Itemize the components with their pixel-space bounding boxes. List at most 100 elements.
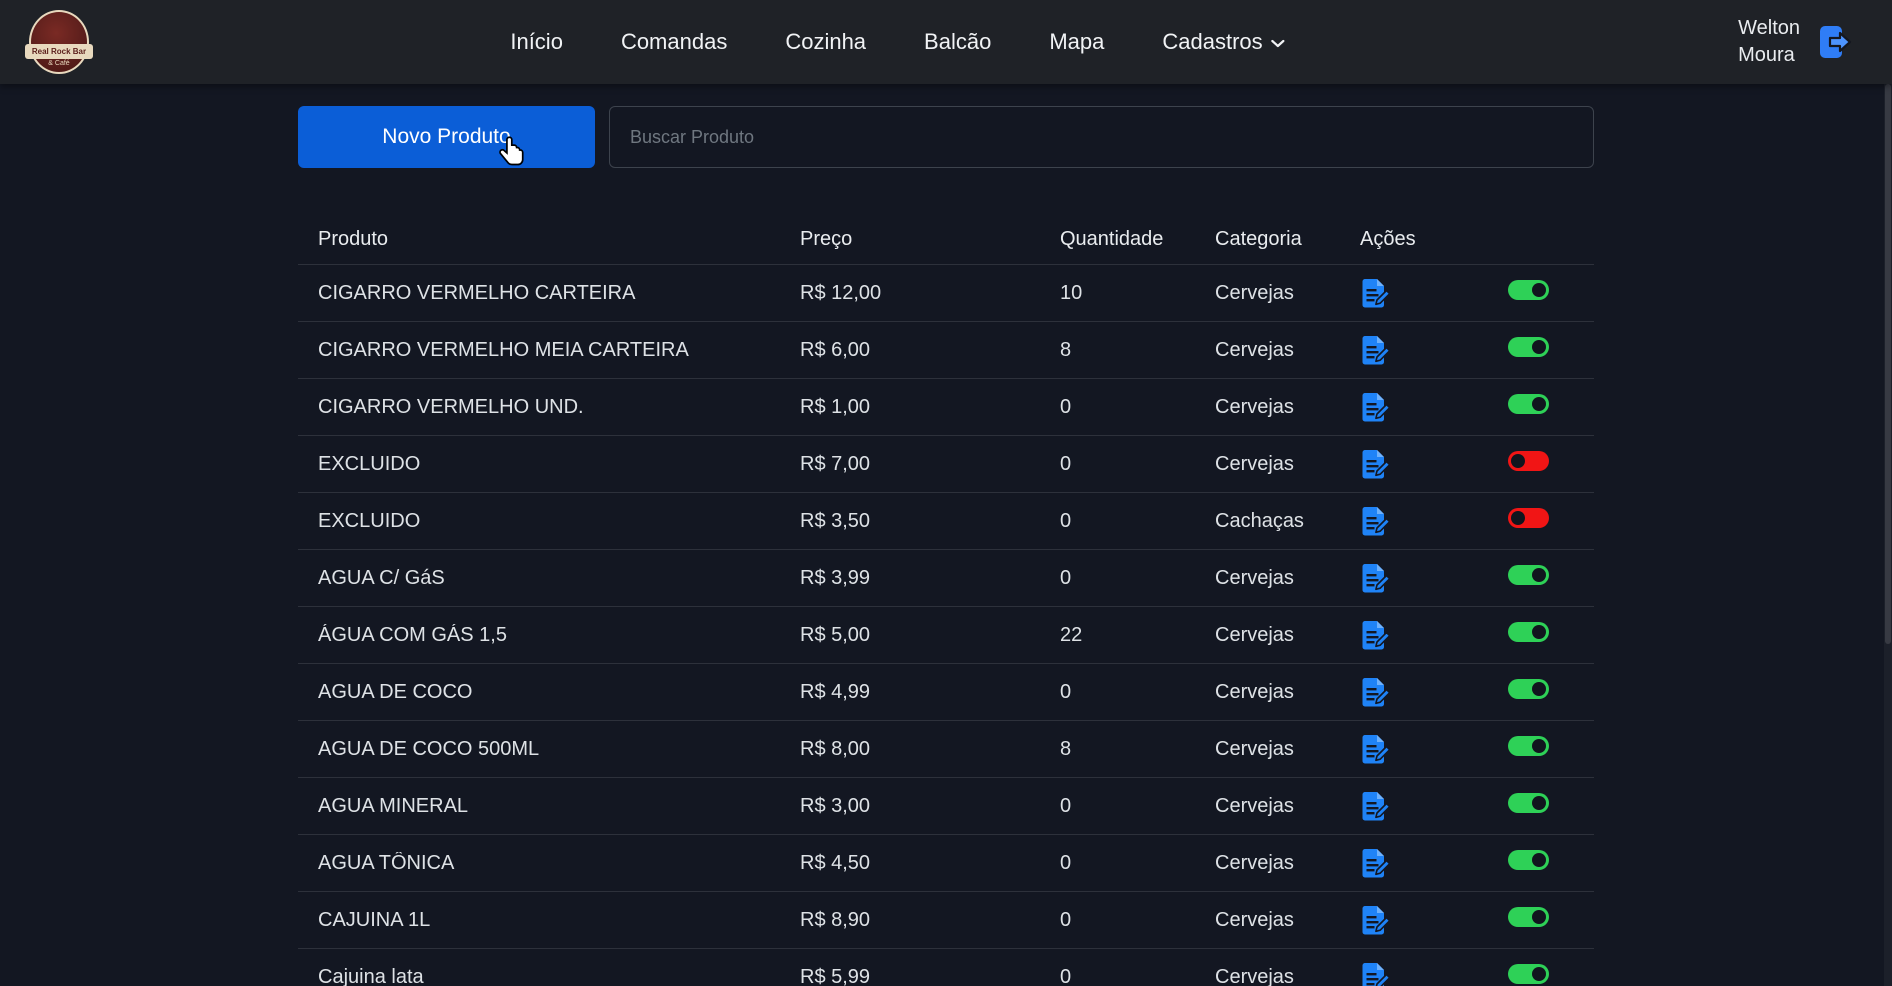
edit-product-button[interactable] — [1360, 904, 1390, 936]
cell-produto: AGUA MINERAL — [318, 795, 800, 818]
cell-quantidade: 0 — [1060, 567, 1215, 590]
column-header-acoes: Ações — [1360, 228, 1508, 251]
edit-document-pencil-icon — [1360, 619, 1390, 651]
nav-item[interactable]: Cadastros — [1162, 29, 1285, 55]
cell-quantidade: 0 — [1060, 852, 1215, 875]
table-row: ÁGUA COM GÁS 1,5 R$ 5,00 22 Cervejas — [298, 606, 1594, 663]
edit-document-pencil-icon — [1360, 847, 1390, 879]
cell-produto: CIGARRO VERMELHO MEIA CARTEIRA — [318, 339, 800, 362]
cell-quantidade: 22 — [1060, 624, 1215, 647]
cell-categoria: Cervejas — [1215, 453, 1360, 476]
cell-produto: Cajuina lata — [318, 966, 800, 986]
brand-logo-title: Real Rock Bar — [25, 44, 93, 59]
cell-quantidade: 0 — [1060, 909, 1215, 932]
table-row: CIGARRO VERMELHO UND. R$ 1,00 0 Cervejas — [298, 378, 1594, 435]
cell-categoria: Cervejas — [1215, 624, 1360, 647]
user-last-name: Moura — [1738, 42, 1800, 69]
edit-document-pencil-icon — [1360, 391, 1390, 423]
edit-document-pencil-icon — [1360, 961, 1390, 986]
cell-categoria: Cervejas — [1215, 282, 1360, 305]
cell-preco: R$ 5,00 — [800, 624, 1060, 647]
edit-product-button[interactable] — [1360, 391, 1390, 423]
active-toggle[interactable] — [1508, 793, 1549, 813]
active-toggle[interactable] — [1508, 850, 1549, 870]
search-product-input[interactable] — [609, 106, 1594, 168]
cell-quantidade: 8 — [1060, 339, 1215, 362]
cell-preco: R$ 6,00 — [800, 339, 1060, 362]
cell-produto: AGUA C/ GáS — [318, 567, 800, 590]
active-toggle[interactable] — [1508, 622, 1549, 642]
edit-product-button[interactable] — [1360, 505, 1390, 537]
edit-product-button[interactable] — [1360, 847, 1390, 879]
logout-door-arrow-icon — [1814, 22, 1854, 62]
table-row: EXCLUIDO R$ 3,50 0 Cachaças — [298, 492, 1594, 549]
cell-quantidade: 10 — [1060, 282, 1215, 305]
cell-preco: R$ 4,99 — [800, 681, 1060, 704]
active-toggle[interactable] — [1508, 394, 1549, 414]
active-toggle[interactable] — [1508, 679, 1549, 699]
active-toggle[interactable] — [1508, 508, 1549, 528]
cell-preco: R$ 5,99 — [800, 966, 1060, 986]
cell-preco: R$ 3,50 — [800, 510, 1060, 533]
user-first-name: Welton — [1738, 15, 1800, 42]
edit-product-button[interactable] — [1360, 334, 1390, 366]
cell-categoria: Cervejas — [1215, 738, 1360, 761]
new-product-button[interactable]: Novo Produto — [298, 106, 595, 168]
edit-document-pencil-icon — [1360, 562, 1390, 594]
active-toggle[interactable] — [1508, 280, 1549, 300]
cell-preco: R$ 3,99 — [800, 567, 1060, 590]
top-navbar: Real Rock Bar & Café Início Comandas Coz… — [0, 0, 1892, 84]
cell-quantidade: 0 — [1060, 453, 1215, 476]
edit-document-pencil-icon — [1360, 448, 1390, 480]
edit-document-pencil-icon — [1360, 733, 1390, 765]
edit-product-button[interactable] — [1360, 562, 1390, 594]
nav-item[interactable]: Cozinha — [785, 29, 866, 55]
edit-product-button[interactable] — [1360, 448, 1390, 480]
cell-quantidade: 8 — [1060, 738, 1215, 761]
edit-document-pencil-icon — [1360, 790, 1390, 822]
table-row: AGUA DE COCO R$ 4,99 0 Cervejas — [298, 663, 1594, 720]
cell-categoria: Cervejas — [1215, 966, 1360, 986]
user-area: Welton Moura — [1738, 15, 1854, 69]
cell-categoria: Cervejas — [1215, 795, 1360, 818]
cell-preco: R$ 8,00 — [800, 738, 1060, 761]
edit-product-button[interactable] — [1360, 619, 1390, 651]
logout-button[interactable] — [1814, 22, 1854, 62]
column-header-preco: Preço — [800, 228, 1060, 251]
cell-preco: R$ 1,00 — [800, 396, 1060, 419]
nav-item[interactable]: Início — [510, 29, 563, 55]
edit-document-pencil-icon — [1360, 676, 1390, 708]
cell-preco: R$ 8,90 — [800, 909, 1060, 932]
table-row: CIGARRO VERMELHO CARTEIRA R$ 12,00 10 Ce… — [298, 264, 1594, 321]
nav-item[interactable]: Balcão — [924, 29, 991, 55]
brand-logo-badge: Real Rock Bar & Café — [29, 10, 89, 74]
active-toggle[interactable] — [1508, 565, 1549, 585]
edit-product-button[interactable] — [1360, 961, 1390, 986]
column-header-quantidade: Quantidade — [1060, 228, 1215, 251]
active-toggle[interactable] — [1508, 907, 1549, 927]
active-toggle[interactable] — [1508, 736, 1549, 756]
user-name: Welton Moura — [1738, 15, 1800, 69]
cell-produto: AGUA DE COCO 500ML — [318, 738, 800, 761]
cell-categoria: Cachaças — [1215, 510, 1360, 533]
nav-item[interactable]: Mapa — [1049, 29, 1104, 55]
scrollbar-thumb[interactable] — [1885, 84, 1891, 644]
cell-preco: R$ 4,50 — [800, 852, 1060, 875]
column-header-categoria: Categoria — [1215, 228, 1360, 251]
edit-product-button[interactable] — [1360, 733, 1390, 765]
cell-produto: CIGARRO VERMELHO CARTEIRA — [318, 282, 800, 305]
cell-categoria: Cervejas — [1215, 852, 1360, 875]
edit-product-button[interactable] — [1360, 676, 1390, 708]
cell-quantidade: 0 — [1060, 510, 1215, 533]
brand-logo[interactable]: Real Rock Bar & Café — [26, 7, 92, 77]
edit-product-button[interactable] — [1360, 790, 1390, 822]
vertical-scrollbar[interactable] — [1884, 0, 1892, 986]
table-row: AGUA MINERAL R$ 3,00 0 Cervejas — [298, 777, 1594, 834]
active-toggle[interactable] — [1508, 964, 1549, 984]
active-toggle[interactable] — [1508, 451, 1549, 471]
table-row: EXCLUIDO R$ 7,00 0 Cervejas — [298, 435, 1594, 492]
nav-item[interactable]: Comandas — [621, 29, 727, 55]
products-table: Produto Preço Quantidade Categoria Ações… — [298, 214, 1594, 986]
edit-product-button[interactable] — [1360, 277, 1390, 309]
active-toggle[interactable] — [1508, 337, 1549, 357]
